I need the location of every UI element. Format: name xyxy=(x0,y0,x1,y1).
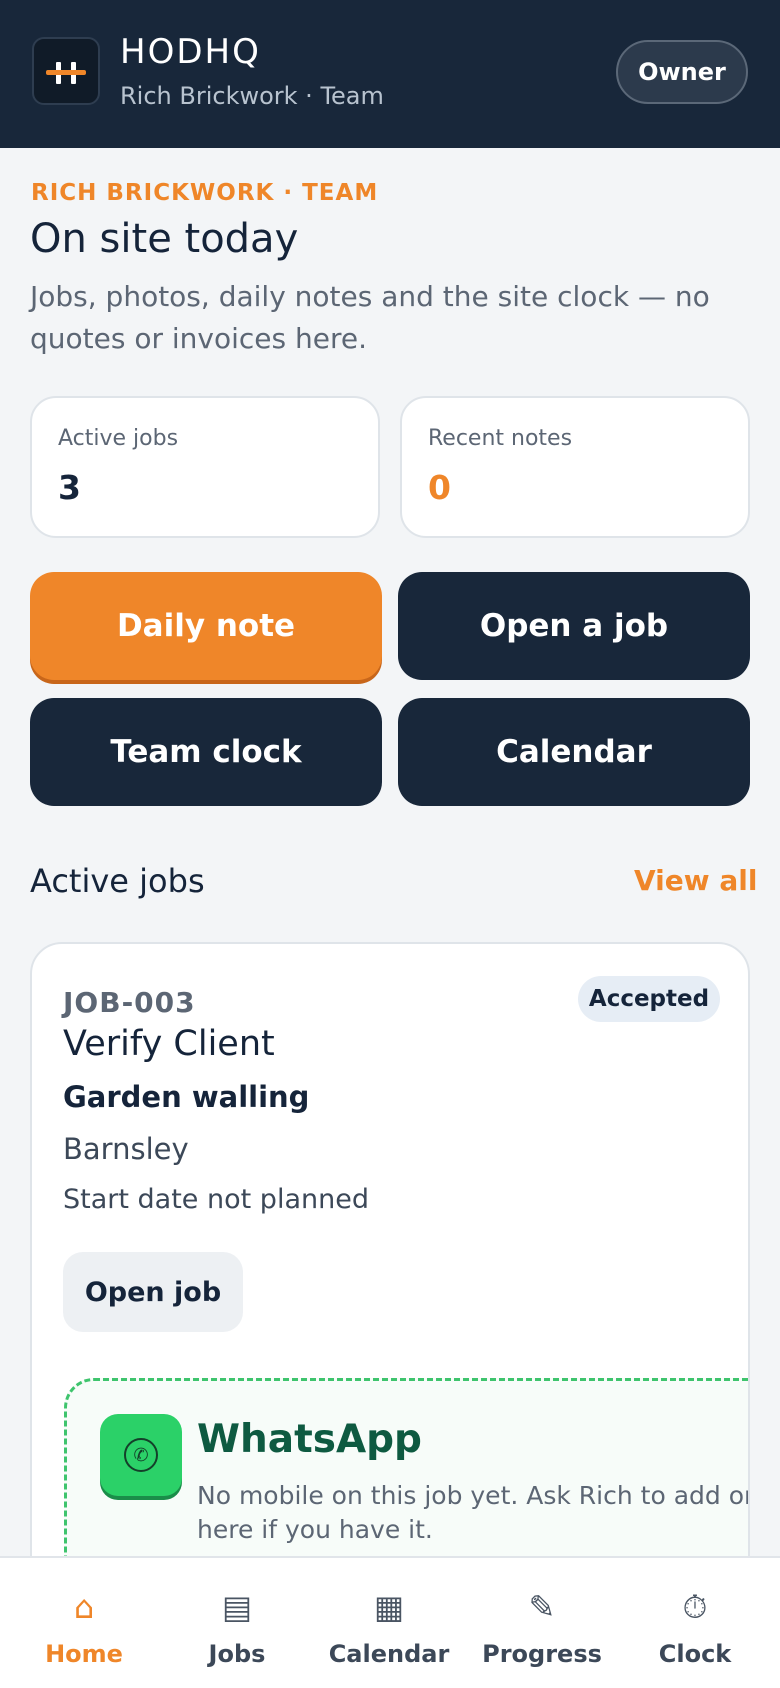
calendar-icon: ▦ xyxy=(373,1588,405,1626)
home-icon: ⌂ xyxy=(73,1588,95,1626)
app-subtitle: Rich Brickwork · Team xyxy=(120,82,384,110)
team-clock-button[interactable]: Team clock xyxy=(30,698,382,806)
app-name: HODHQ xyxy=(120,32,261,72)
nav-label: Jobs xyxy=(208,1640,266,1668)
stat-card-recent-notes: Recent notes 0 xyxy=(400,396,750,538)
nav-item-jobs[interactable]: ▤ Jobs xyxy=(159,1558,315,1688)
job-type: Garden walling xyxy=(63,1080,310,1114)
job-client: Verify Client xyxy=(63,1024,275,1064)
job-id: JOB-003 xyxy=(63,986,196,1019)
stat-value: 0 xyxy=(428,468,451,507)
nav-item-calendar[interactable]: ▦ Calendar xyxy=(311,1558,467,1688)
stopwatch-icon: ⏱ xyxy=(682,1588,708,1626)
nav-item-home[interactable]: ⌂ Home xyxy=(6,1558,162,1688)
nav-label: Home xyxy=(45,1640,123,1668)
page-eyebrow: RICH BRICKWORK · TEAM xyxy=(31,180,379,206)
active-jobs-heading: Active jobs xyxy=(30,862,205,900)
stat-value: 3 xyxy=(58,468,81,507)
page-title: On site today xyxy=(30,216,299,262)
app-logo-icon[interactable] xyxy=(32,37,100,105)
whatsapp-message: No mobile on this job yet. Ask Rich to a… xyxy=(197,1481,750,1544)
open-a-job-button[interactable]: Open a job xyxy=(398,572,750,680)
nav-item-clock[interactable]: ⏱ Clock xyxy=(617,1558,773,1688)
view-all-link[interactable]: View all xyxy=(634,864,757,897)
nav-label: Calendar xyxy=(328,1640,450,1668)
status-badge: Accepted xyxy=(578,976,720,1022)
calendar-button[interactable]: Calendar xyxy=(398,698,750,806)
job-start-date: Start date not planned xyxy=(63,1184,369,1215)
owner-role-button[interactable]: Owner xyxy=(616,40,748,104)
jobs-icon: ▤ xyxy=(221,1588,253,1626)
bottom-nav: ⌂ Home ▤ Jobs ▦ Calendar ✎ Progress ⏱ Cl… xyxy=(0,1556,780,1688)
app-header: HODHQ Rich Brickwork · Team Owner xyxy=(0,0,780,148)
stat-label: Active jobs xyxy=(58,426,179,451)
page-description: Jobs, photos, daily notes and the site c… xyxy=(30,280,710,355)
nav-item-progress[interactable]: ✎ Progress xyxy=(464,1558,620,1688)
whatsapp-title: WhatsApp xyxy=(197,1417,422,1462)
whatsapp-phone-icon: ✆ xyxy=(100,1414,182,1496)
open-job-button[interactable]: Open job xyxy=(63,1252,243,1332)
daily-note-button[interactable]: Daily note xyxy=(30,572,382,680)
job-location: Barnsley xyxy=(63,1132,189,1166)
stat-label: Recent notes xyxy=(428,426,573,451)
nav-label: Progress xyxy=(482,1640,602,1668)
stat-card-active-jobs: Active jobs 3 xyxy=(30,396,380,538)
pencil-icon: ✎ xyxy=(528,1588,556,1626)
nav-label: Clock xyxy=(658,1640,732,1668)
